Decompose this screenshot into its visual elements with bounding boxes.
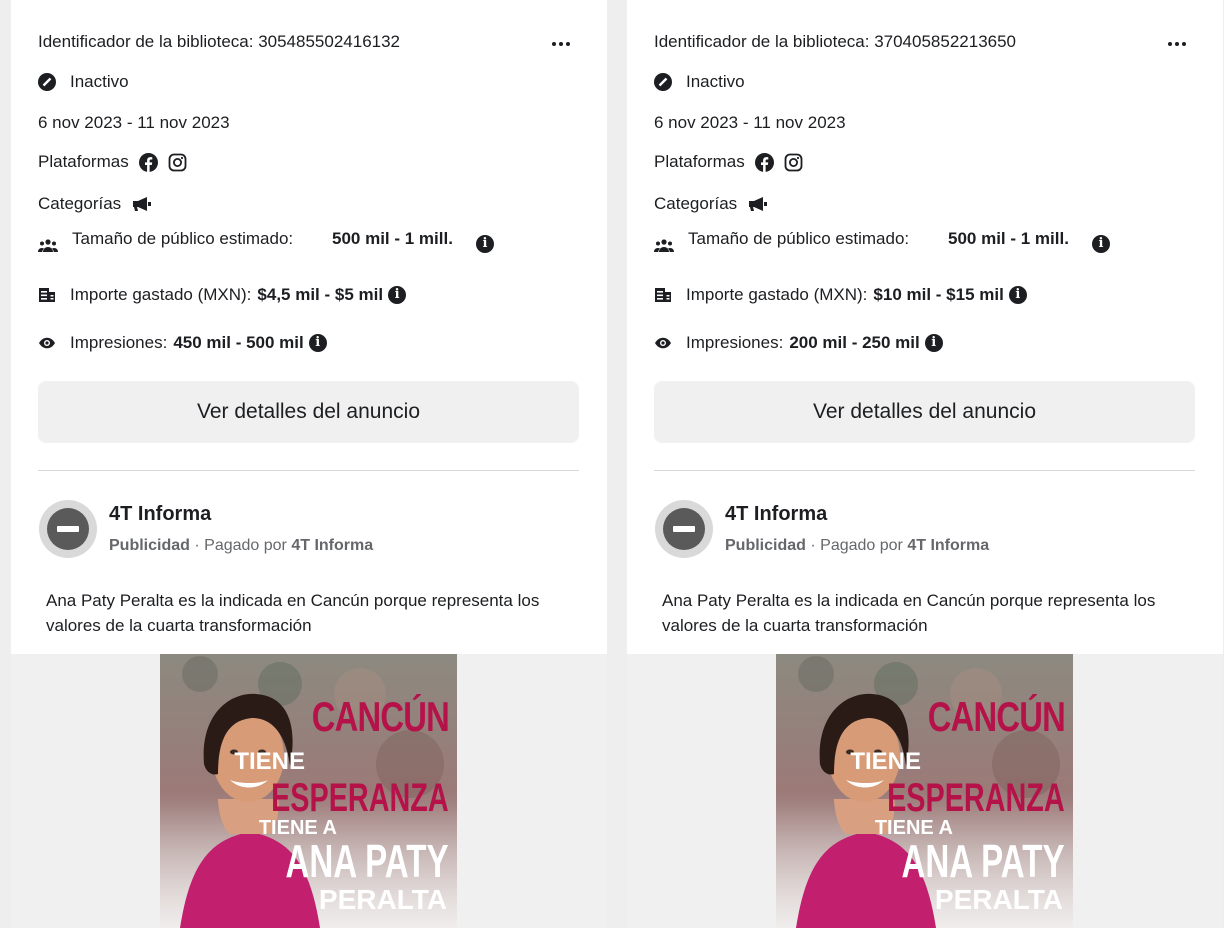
paid-by-prefix: Pagado por xyxy=(204,537,287,554)
status-text: Inactivo xyxy=(686,72,745,91)
inactive-icon xyxy=(38,73,56,91)
info-icon[interactable]: i xyxy=(1092,235,1110,253)
creative-line-5: ANA PATY xyxy=(285,835,449,887)
ad-creative-image[interactable]: CANCÚN TIENE ESPERANZA TIENE A ANA PATY … xyxy=(160,654,457,928)
creative-line-1: CANCÚN xyxy=(311,693,450,740)
amount-spent-row: Importe gastado (MXN): $4,5 mil - $5 mil… xyxy=(38,285,407,305)
amount-spent-label: Importe gastado (MXN): xyxy=(686,285,868,304)
creative-line-3: ESPERANZA xyxy=(887,776,1065,820)
info-icon[interactable]: i xyxy=(924,334,943,352)
people-icon xyxy=(654,239,674,253)
amount-spent-value: $4,5 mil - $5 mil xyxy=(257,285,384,304)
impressions-row: Impresiones: 200 mil - 250 mil i xyxy=(654,333,943,353)
categories-label: Categorías xyxy=(38,194,122,213)
audience-size-value: 500 mil - 1 mill. xyxy=(948,229,1069,248)
see-ad-details-button[interactable]: Ver detalles del anuncio xyxy=(654,381,1195,443)
impressions-label: Impresiones: xyxy=(686,333,784,352)
impressions-value: 450 mil - 500 mil xyxy=(173,333,304,352)
info-icon[interactable]: i xyxy=(388,286,407,304)
instagram-icon xyxy=(168,153,187,172)
megaphone-icon xyxy=(747,196,769,212)
people-icon xyxy=(38,239,58,253)
date-range: 6 nov 2023 - 11 nov 2023 xyxy=(654,113,846,132)
audience-size-row: Tamaño de público estimado: 500 mil - 1 … xyxy=(654,226,1124,253)
categories-row: Categorías xyxy=(38,194,153,214)
ad-creative-image[interactable]: CANCÚN TIENE ESPERANZA TIENE A ANA PATY … xyxy=(776,654,1073,928)
paid-by-prefix: Pagado por xyxy=(820,537,903,554)
platforms-label: Plataformas xyxy=(654,152,745,171)
platforms-label: Plataformas xyxy=(38,152,129,171)
sponsored-label: Publicidad xyxy=(725,537,806,554)
page-name-link[interactable]: 4T Informa xyxy=(725,503,827,526)
avatar-placeholder-icon xyxy=(47,508,89,550)
impressions-label: Impresiones: xyxy=(70,333,168,352)
audience-size-value: 500 mil - 1 mill. xyxy=(332,229,453,248)
paid-by-name[interactable]: 4T Informa xyxy=(907,537,989,554)
library-id: Identificador de la biblioteca: 30548550… xyxy=(38,32,401,51)
impressions-value: 200 mil - 250 mil xyxy=(789,333,920,352)
creative-line-5: ANA PATY xyxy=(901,835,1065,887)
sponsored-line: Publicidad · Pagado por 4T Informa xyxy=(725,537,989,555)
page-avatar[interactable] xyxy=(655,500,713,558)
megaphone-icon xyxy=(131,196,153,212)
dot-separator: · xyxy=(810,537,821,554)
ad-body-text: Ana Paty Peralta es la indicada en Cancú… xyxy=(662,591,1156,635)
ad-card: Identificador de la biblioteca: 37040585… xyxy=(627,0,1223,928)
eye-icon xyxy=(38,336,56,350)
date-range: 6 nov 2023 - 11 nov 2023 xyxy=(38,113,230,132)
platforms-row: Plataformas xyxy=(38,152,187,172)
dot-separator: · xyxy=(194,537,205,554)
platforms-row: Plataformas xyxy=(654,152,803,172)
creative-line-1: CANCÚN xyxy=(927,693,1066,740)
receipt-icon xyxy=(38,286,56,304)
avatar-placeholder-icon xyxy=(663,508,705,550)
page-name-link[interactable]: 4T Informa xyxy=(109,503,211,526)
ad-body-text: Ana Paty Peralta es la indicada en Cancú… xyxy=(46,591,540,635)
status-text: Inactivo xyxy=(70,72,129,91)
sponsored-label: Publicidad xyxy=(109,537,190,554)
creative-line-2: TIENE xyxy=(850,748,921,775)
amount-spent-label: Importe gastado (MXN): xyxy=(70,285,252,304)
info-icon[interactable]: i xyxy=(308,334,327,352)
impressions-row: Impresiones: 450 mil - 500 mil i xyxy=(38,333,327,353)
receipt-icon xyxy=(654,286,672,304)
audience-size-row: Tamaño de público estimado: 500 mil - 1 … xyxy=(38,226,508,253)
audience-size-label: Tamaño de público estimado: xyxy=(688,229,910,248)
paid-by-name[interactable]: 4T Informa xyxy=(291,537,373,554)
instagram-icon xyxy=(784,153,803,172)
info-icon[interactable]: i xyxy=(476,235,494,253)
facebook-icon xyxy=(138,152,158,172)
more-options-icon[interactable] xyxy=(543,30,579,58)
divider xyxy=(38,470,579,471)
categories-row: Categorías xyxy=(654,194,769,214)
library-id: Identificador de la biblioteca: 37040585… xyxy=(654,32,1017,51)
eye-icon xyxy=(654,336,672,350)
amount-spent-value: $10 mil - $15 mil xyxy=(873,285,1004,304)
creative-line-6: PERALTA xyxy=(318,884,447,915)
facebook-icon xyxy=(754,152,774,172)
page-avatar[interactable] xyxy=(39,500,97,558)
divider xyxy=(654,470,1195,471)
amount-spent-row: Importe gastado (MXN): $10 mil - $15 mil… xyxy=(654,285,1027,305)
creative-line-2: TIENE xyxy=(234,748,305,775)
info-icon[interactable]: i xyxy=(1008,286,1027,304)
inactive-icon xyxy=(654,73,672,91)
creative-line-3: ESPERANZA xyxy=(271,776,449,820)
ad-card: Identificador de la biblioteca: 30548550… xyxy=(11,0,607,928)
categories-label: Categorías xyxy=(654,194,738,213)
status-row: Inactivo xyxy=(654,72,745,92)
more-options-icon[interactable] xyxy=(1159,30,1195,58)
sponsored-line: Publicidad · Pagado por 4T Informa xyxy=(109,537,373,555)
see-ad-details-button[interactable]: Ver detalles del anuncio xyxy=(38,381,579,443)
audience-size-label: Tamaño de público estimado: xyxy=(72,229,294,248)
creative-line-6: PERALTA xyxy=(934,884,1063,915)
status-row: Inactivo xyxy=(38,72,129,92)
